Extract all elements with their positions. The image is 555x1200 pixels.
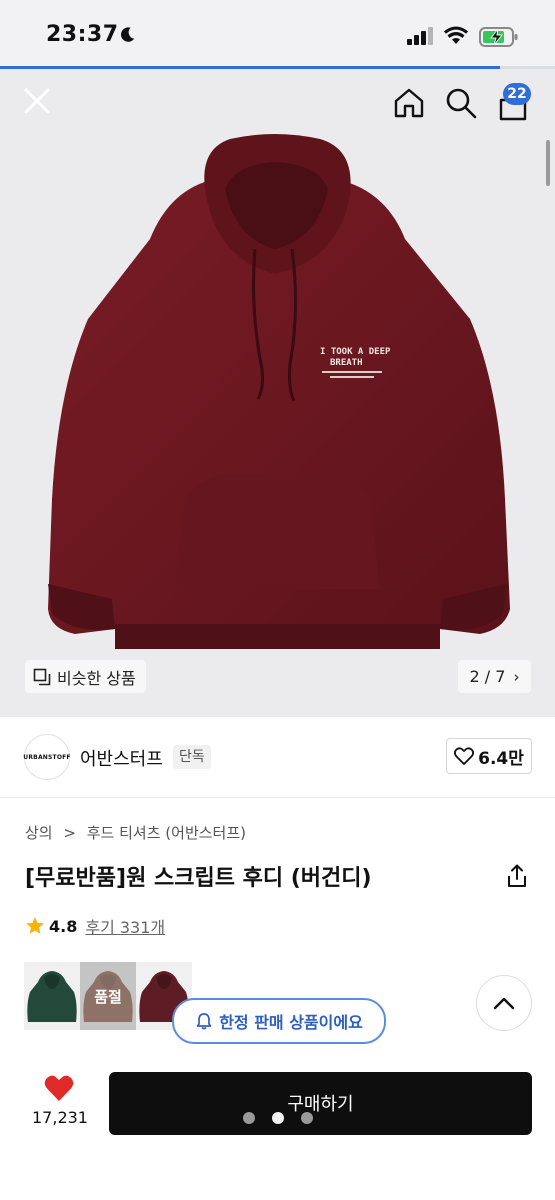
brand-name[interactable]: 어반스터프	[80, 745, 163, 771]
hoodie-thumbnail	[24, 962, 80, 1030]
similar-products-icon	[33, 668, 51, 685]
color-option-swatch[interactable]	[24, 962, 80, 1030]
breadcrumb: 상의 > 후드 티셔츠 (어반스터프)	[25, 822, 246, 843]
close-icon[interactable]	[22, 86, 52, 116]
cellular-signal-icon	[407, 27, 433, 45]
breadcrumb-separator: >	[63, 824, 76, 842]
color-option-swatch[interactable]: 품절	[80, 962, 136, 1030]
scrollbar[interactable]	[546, 140, 550, 186]
similar-products-button[interactable]: 비슷한 상품	[25, 660, 146, 693]
wishlist-heart-icon[interactable]	[44, 1074, 74, 1102]
hoodie-illustration: I TOOK A DEEP BREATH	[48, 134, 510, 649]
bell-icon	[196, 1013, 212, 1030]
home-icon[interactable]	[392, 86, 426, 120]
breadcrumb-subcategory[interactable]: 후드 티셔츠 (어반스터프)	[87, 824, 246, 842]
brand-like-count: 6.4만	[478, 748, 524, 769]
similar-products-label: 비슷한 상품	[57, 668, 136, 688]
color-options: 품절	[24, 962, 192, 1030]
moon-icon	[121, 27, 135, 42]
star-icon	[26, 917, 44, 934]
image-counter-button[interactable]: 2 / 7 ›	[458, 660, 531, 693]
heart-outline-icon	[454, 747, 475, 765]
chevron-up-icon	[493, 997, 515, 1010]
buy-button[interactable]: 구매하기	[109, 1072, 532, 1135]
share-icon[interactable]	[505, 864, 529, 888]
brand-like-button[interactable]: 6.4만	[446, 738, 532, 774]
sold-out-label: 품절	[80, 962, 136, 1030]
limited-sale-notice: 한정 판매 상품이에요	[172, 998, 386, 1044]
status-bar: 23:37	[0, 0, 555, 66]
status-time: 23:37	[46, 22, 119, 47]
scroll-to-top-button[interactable]	[476, 975, 532, 1031]
brand-row: URBANSTOFF 어반스터프 단독 6.4만	[0, 717, 555, 798]
limited-sale-label: 한정 판매 상품이에요	[219, 1013, 363, 1032]
chevron-right-icon: ›	[513, 667, 520, 686]
brand-logo[interactable]: URBANSTOFF	[23, 734, 71, 780]
review-count-link[interactable]: 후기 331개	[85, 914, 165, 938]
rating-row: 4.8 후기 331개	[25, 914, 165, 938]
product-title: [무료반품]원 스크립트 후디 (버건디)	[25, 866, 372, 891]
battery-charging-icon	[479, 27, 518, 47]
rating-score: 4.8	[49, 916, 78, 936]
breadcrumb-category[interactable]: 상의	[25, 824, 53, 842]
page-indicator-dot	[243, 1112, 255, 1124]
product-image[interactable]: I TOOK A DEEP BREATH	[0, 69, 555, 717]
cart-count-badge: 22	[503, 83, 531, 105]
image-counter-text: 2 / 7	[469, 667, 506, 686]
page-indicator-dot	[301, 1112, 313, 1124]
page-indicator-dot-active	[272, 1112, 284, 1124]
wishlist-count: 17,231	[32, 1108, 88, 1127]
search-icon[interactable]	[444, 86, 478, 120]
chest-print-line-1: I TOOK A DEEP	[320, 347, 391, 357]
exclusive-badge: 단독	[173, 745, 211, 769]
wifi-icon	[444, 26, 468, 44]
chest-print-line-2: BREATH	[330, 358, 363, 368]
page-indicator	[243, 1112, 330, 1124]
